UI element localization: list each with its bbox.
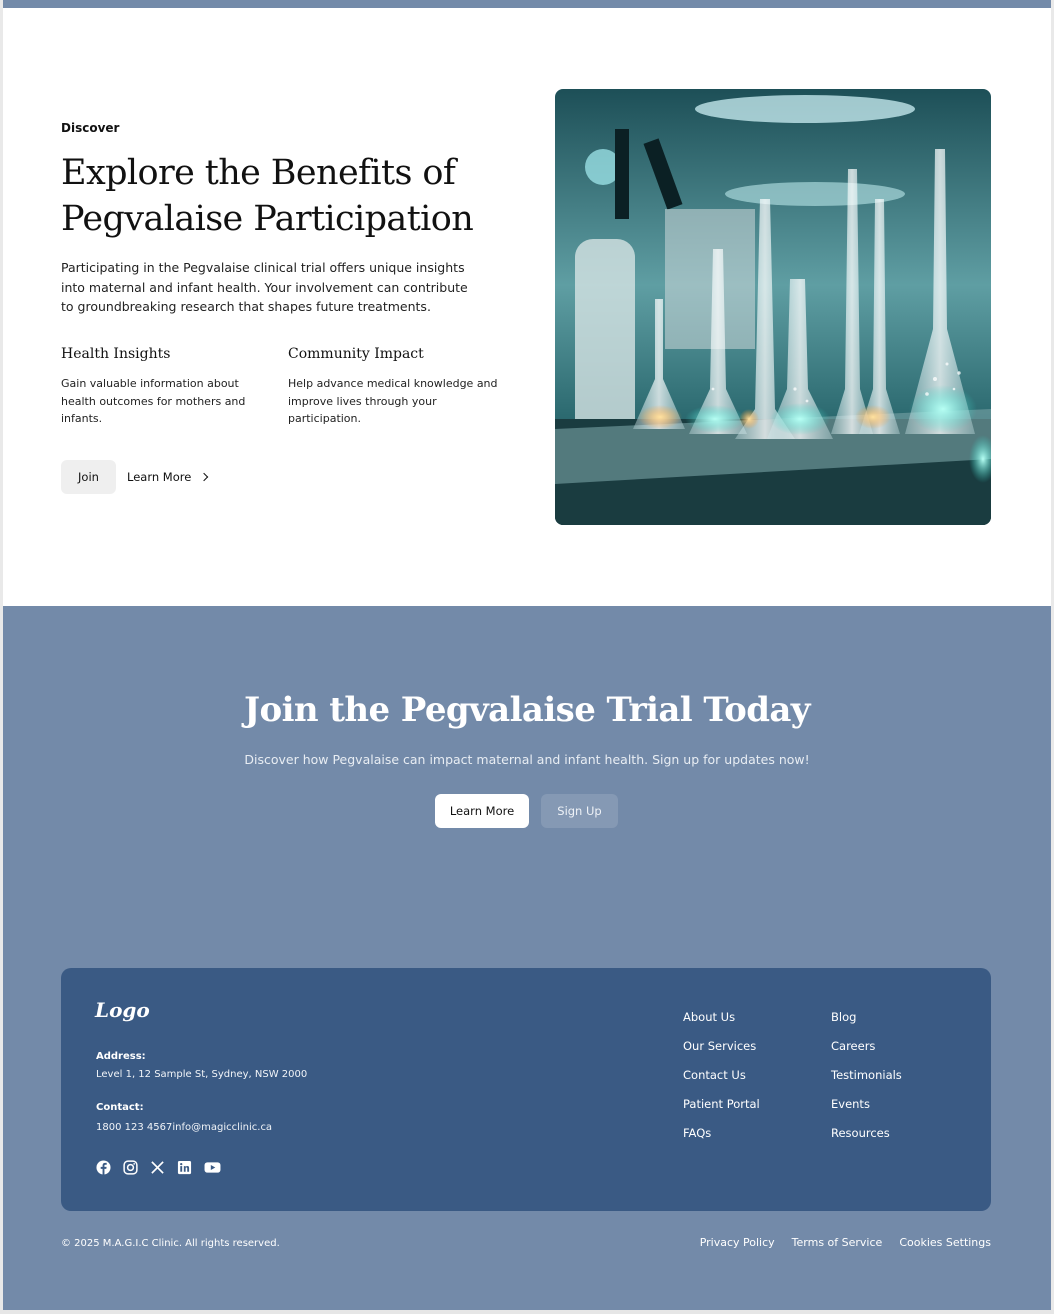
footer-link-testimonials[interactable]: Testimonials: [831, 1068, 902, 1097]
footer-links-col-2: Blog Careers Testimonials Events Resourc…: [831, 1010, 902, 1155]
lab-glassware-image: [555, 89, 991, 525]
footer-link-careers[interactable]: Careers: [831, 1039, 902, 1068]
terms-of-service-link[interactable]: Terms of Service: [792, 1236, 883, 1249]
footer-link-resources[interactable]: Resources: [831, 1126, 902, 1155]
address-label: Address:: [96, 1051, 146, 1062]
feature-title: Health Insights: [61, 346, 171, 362]
address-text: Level 1, 12 Sample St, Sydney, NSW 2000: [96, 1069, 308, 1080]
footer-link-our-services[interactable]: Our Services: [683, 1039, 760, 1068]
feature-community-impact: Community Impact Help advance medical kn…: [288, 346, 498, 428]
x-icon[interactable]: [150, 1160, 165, 1175]
legal-links: Privacy Policy Terms of Service Cookies …: [700, 1236, 991, 1249]
footer-links-col-1: About Us Our Services Contact Us Patient…: [683, 1010, 760, 1155]
contact-text: 1800 123 4567info@magicclinic.ca: [96, 1122, 273, 1133]
page: Discover Explore the Benefits of Pegvala…: [3, 0, 1051, 1310]
hero-description: Participating in the Pegvalaise clinical…: [61, 260, 468, 314]
join-button[interactable]: Join: [61, 460, 116, 494]
top-strip: [3, 0, 1051, 8]
hero-title: Explore the Benefits of Pegvalaise Parti…: [61, 153, 474, 239]
social-links: [96, 1160, 221, 1175]
facebook-icon[interactable]: [96, 1160, 111, 1175]
footer-card: Logo Address: Level 1, 12 Sample St, Syd…: [61, 968, 991, 1211]
linkedin-icon[interactable]: [177, 1160, 192, 1175]
privacy-policy-link[interactable]: Privacy Policy: [700, 1236, 775, 1249]
feature-health-insights: Health Insights Gain valuable informatio…: [61, 346, 271, 428]
cta-learn-more-button[interactable]: Learn More: [435, 794, 529, 828]
footer-link-about-us[interactable]: About Us: [683, 1010, 760, 1039]
youtube-icon[interactable]: [204, 1160, 221, 1175]
cta-title: Join the Pegvalaise Trial Today: [244, 690, 811, 730]
page-edge: [0, 1310, 1054, 1314]
copyright-text: © 2025 M.A.G.I.C Clinic. All rights rese…: [61, 1238, 280, 1249]
footer-link-blog[interactable]: Blog: [831, 1010, 902, 1039]
footer-link-events[interactable]: Events: [831, 1097, 902, 1126]
logo[interactable]: Logo: [95, 998, 150, 1022]
feature-title: Community Impact: [288, 346, 424, 362]
contact-label: Contact:: [96, 1102, 144, 1113]
feature-text: Help advance medical knowledge and impro…: [288, 377, 498, 425]
chevron-right-icon: [200, 472, 209, 482]
footer-link-contact-us[interactable]: Contact Us: [683, 1068, 760, 1097]
cta-subtitle: Discover how Pegvalaise can impact mater…: [244, 752, 810, 767]
footer-link-patient-portal[interactable]: Patient Portal: [683, 1097, 760, 1126]
learn-more-link[interactable]: Learn More: [127, 460, 209, 494]
footer-link-faqs[interactable]: FAQs: [683, 1126, 760, 1155]
cookies-settings-link[interactable]: Cookies Settings: [899, 1236, 991, 1249]
cta-section: Join the Pegvalaise Trial Today Discover…: [3, 606, 1051, 1310]
learn-more-label: Learn More: [127, 470, 192, 484]
sign-up-button[interactable]: Sign Up: [541, 794, 618, 828]
hero-eyebrow: Discover: [61, 121, 120, 135]
feature-text: Gain valuable information about health o…: [61, 377, 246, 425]
instagram-icon[interactable]: [123, 1160, 138, 1175]
